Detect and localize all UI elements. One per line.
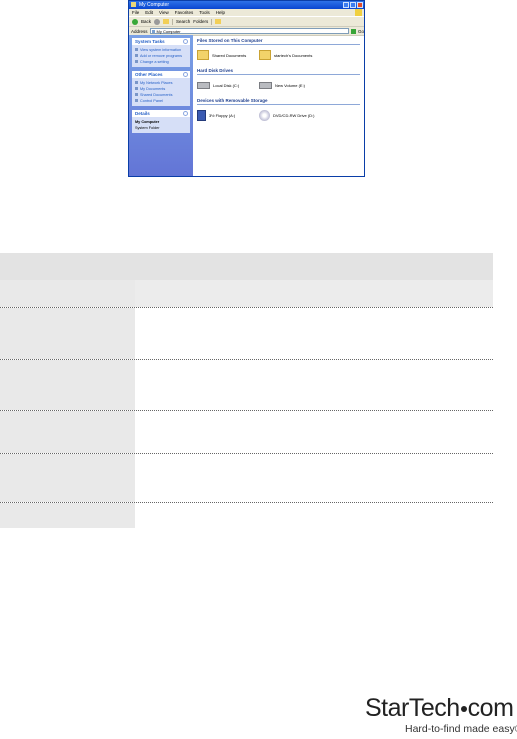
hard-drive-icon: [197, 81, 210, 89]
table-cell-label: [0, 411, 135, 453]
task-link[interactable]: Change a setting: [135, 59, 187, 65]
go-arrow-icon[interactable]: [350, 28, 356, 34]
menu-favorites[interactable]: Favorites: [175, 9, 194, 16]
table-header-cell: [135, 253, 493, 280]
window-title: My Computer: [139, 2, 170, 8]
item-label: 3½ Floppy (A:): [209, 112, 236, 118]
title-bar: My Computer: [129, 1, 364, 9]
address-label: Address: [131, 28, 148, 34]
system-tasks-header[interactable]: System Tasks: [132, 38, 190, 45]
details-header[interactable]: Details: [132, 110, 190, 117]
up-folder-icon[interactable]: [163, 19, 170, 24]
menu-help[interactable]: Help: [216, 9, 225, 16]
folder-icon: [197, 50, 209, 60]
search-button[interactable]: Search: [176, 19, 190, 24]
go-button[interactable]: Go: [358, 29, 364, 34]
startech-logo: StarTech com Hard-to-find made easy®: [365, 694, 517, 736]
other-places-title: Other Places: [135, 72, 163, 77]
table-header-row: [0, 253, 493, 280]
table-row: [0, 411, 493, 454]
content-pane: Files Stored on This Computer Shared Doc…: [193, 35, 364, 176]
table-cell-value: [135, 360, 493, 410]
list-item[interactable]: New Volume (E:): [259, 79, 321, 91]
my-computer-window: My Computer File Edit View Favorites Too…: [128, 0, 365, 177]
logo-name-right: com: [467, 694, 514, 722]
table-cell-value: [135, 411, 493, 453]
hard-drive-icon: [259, 81, 272, 89]
item-label: DVD/CD-RW Drive (D:): [273, 112, 315, 118]
details-panel: Details My Computer System Folder: [132, 110, 190, 133]
table-row: [0, 503, 493, 528]
chevron-up-icon[interactable]: [183, 39, 188, 44]
item-label: Shared Documents: [212, 52, 247, 58]
table-cell-value: [135, 308, 493, 359]
table-cell-label: [0, 454, 135, 502]
menu-edit[interactable]: Edit: [145, 9, 153, 16]
table-cell-label: [0, 503, 135, 528]
group-title: Files Stored on This Computer: [197, 37, 360, 45]
table-cell-label: [0, 360, 135, 410]
table-cell-value: [135, 454, 493, 502]
list-item[interactable]: Local Disk (C:): [197, 79, 259, 91]
spec-table: [0, 253, 493, 528]
table-row: [0, 308, 493, 360]
close-button[interactable]: [357, 2, 363, 8]
details-title: Details: [135, 111, 150, 116]
group-title: Devices with Removable Storage: [197, 97, 360, 105]
address-input[interactable]: My Computer: [149, 28, 349, 34]
details-line: System Folder: [135, 126, 160, 130]
logo-name-left: StarTech: [365, 694, 460, 722]
list-item[interactable]: 3½ Floppy (A:): [197, 109, 259, 121]
system-tasks-title: System Tasks: [135, 39, 165, 44]
toolbar-separator-2: [211, 18, 213, 25]
list-item[interactable]: startech's Documents: [259, 49, 321, 61]
windows-flag-icon: [355, 9, 362, 16]
group-title: Hard Disk Drives: [197, 67, 360, 75]
back-button-label[interactable]: Back: [141, 19, 151, 24]
menu-tools[interactable]: Tools: [199, 9, 210, 16]
table-row: [0, 454, 493, 503]
back-arrow-icon[interactable]: [132, 18, 138, 25]
table-row: [0, 280, 493, 308]
item-label: startech's Documents: [274, 52, 313, 58]
task-pane: System Tasks View system information Add…: [129, 35, 193, 176]
list-item[interactable]: DVD/CD-RW Drive (D:): [259, 109, 321, 121]
maximize-button[interactable]: [350, 2, 356, 8]
folders-button[interactable]: Folders: [193, 19, 208, 24]
cd-drive-icon: [259, 109, 270, 121]
toolbar: Back Search Folders: [129, 16, 364, 27]
other-places-header[interactable]: Other Places: [132, 71, 190, 78]
computer-icon: [131, 2, 136, 7]
menu-file[interactable]: File: [132, 9, 139, 16]
logo-tagline: Hard-to-find made easy®: [405, 723, 517, 735]
folder-icon: [259, 50, 271, 60]
minimize-button[interactable]: [343, 2, 349, 8]
list-item[interactable]: Shared Documents: [197, 49, 259, 61]
chevron-up-icon[interactable]: [183, 111, 188, 116]
logo-dot-icon: [460, 706, 467, 713]
views-icon[interactable]: [215, 19, 222, 24]
table-cell-value: [135, 280, 493, 307]
other-places-panel: Other Places My Network Places My Docume…: [132, 71, 190, 106]
item-label: New Volume (E:): [275, 82, 306, 88]
menu-bar: File Edit View Favorites Tools Help: [129, 9, 364, 16]
system-tasks-panel: System Tasks View system information Add…: [132, 38, 190, 67]
place-link[interactable]: Control Panel: [135, 98, 187, 104]
menu-view[interactable]: View: [159, 9, 169, 16]
floppy-drive-icon: [197, 109, 206, 121]
table-cell-label: [0, 280, 135, 307]
table-row: [0, 360, 493, 411]
table-header-cell: [0, 253, 135, 280]
computer-icon: [151, 30, 155, 33]
chevron-up-icon[interactable]: [183, 72, 188, 77]
item-label: Local Disk (C:): [213, 82, 240, 88]
table-cell-label: [0, 308, 135, 359]
address-value: My Computer: [156, 29, 181, 34]
forward-arrow-icon[interactable]: [154, 18, 161, 25]
toolbar-separator: [172, 18, 174, 25]
